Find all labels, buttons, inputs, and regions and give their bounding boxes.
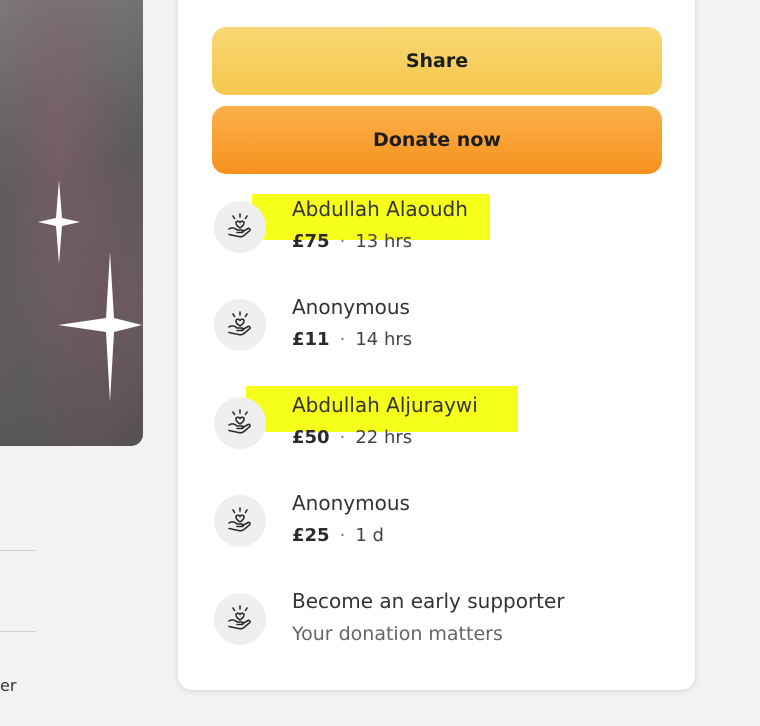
- donation-item: Anonymous £11 · 14 hrs: [214, 295, 674, 365]
- donation-amount: £11: [292, 329, 330, 350]
- donation-meta: £25 · 1 d: [292, 525, 384, 546]
- share-button[interactable]: Share: [212, 27, 662, 95]
- donation-time: 14 hrs: [355, 329, 413, 350]
- heart-hand-icon: [214, 397, 266, 449]
- donation-meta: £11 · 14 hrs: [292, 329, 413, 350]
- donation-time: 22 hrs: [355, 427, 413, 448]
- sparkle-icon: [58, 252, 142, 402]
- donor-name: Abdullah Aljuraywi: [292, 393, 478, 417]
- donation-amount: £75: [292, 231, 330, 252]
- donation-amount: £50: [292, 427, 330, 448]
- early-supporter-subtitle: Your donation matters: [292, 623, 503, 645]
- early-supporter-item[interactable]: Become an early supporter Your donation …: [214, 589, 674, 659]
- donation-meta: £75 · 13 hrs: [292, 231, 413, 252]
- campaign-photo: [0, 0, 143, 446]
- heart-hand-icon: [214, 299, 266, 351]
- donation-item: Abdullah Aljuraywi £50 · 22 hrs: [214, 386, 674, 463]
- divider: [0, 631, 36, 632]
- donor-name: Anonymous: [292, 491, 410, 515]
- donation-time: 1 d: [355, 525, 384, 546]
- donate-now-button[interactable]: Donate now: [212, 106, 662, 174]
- donor-name: Abdullah Alaoudh: [292, 197, 468, 221]
- donation-item: Anonymous £25 · 1 d: [214, 491, 674, 561]
- donation-meta: £50 · 22 hrs: [292, 427, 413, 448]
- heart-hand-icon: [214, 593, 266, 645]
- early-supporter-title: Become an early supporter: [292, 589, 565, 613]
- heart-hand-icon: [214, 201, 266, 253]
- text-fragment: er: [0, 676, 17, 695]
- donation-time: 13 hrs: [355, 231, 413, 252]
- donation-amount: £25: [292, 525, 330, 546]
- donation-item: Abdullah Alaoudh £75 · 13 hrs: [214, 194, 674, 267]
- divider: [0, 550, 36, 551]
- heart-hand-icon: [214, 495, 266, 547]
- donor-name: Anonymous: [292, 295, 410, 319]
